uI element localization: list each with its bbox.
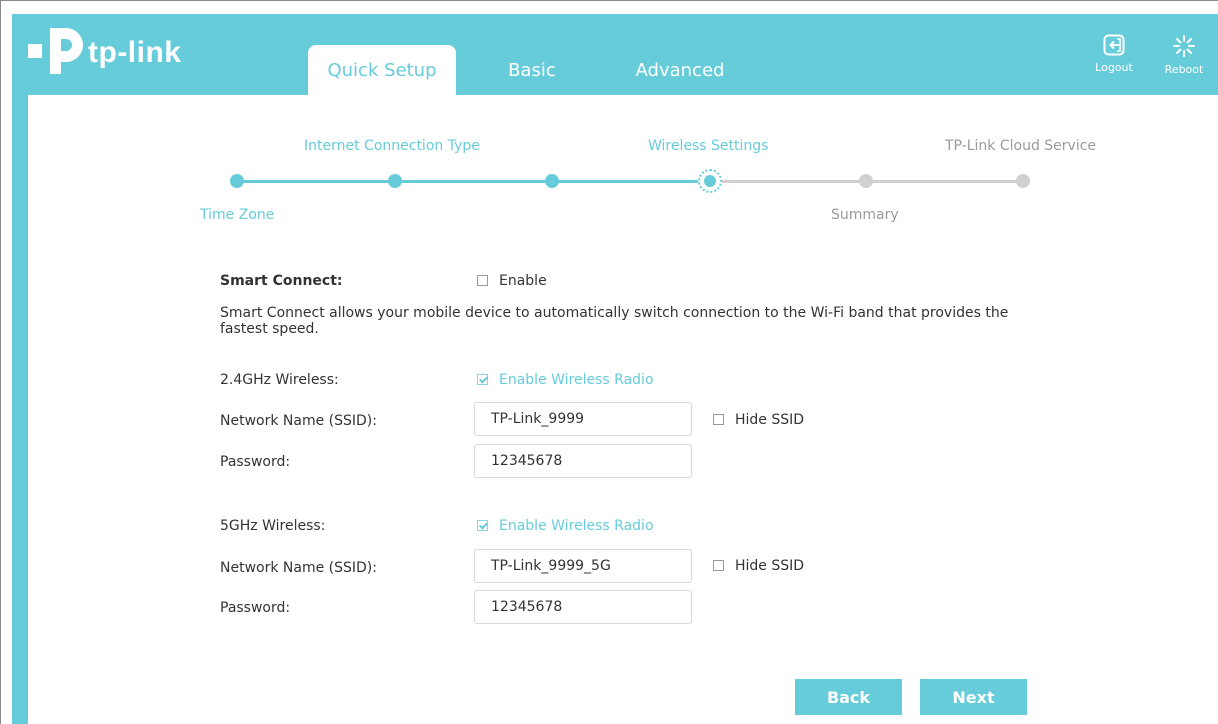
step-dot-wireless-current: [698, 169, 722, 193]
step-label-internet-connection: Internet Connection Type: [304, 138, 480, 154]
step-label-time-zone: Time Zone: [200, 207, 275, 223]
band-5-password-input[interactable]: [474, 590, 692, 624]
smart-connect-enable-label[interactable]: Enable: [499, 273, 547, 289]
smart-connect-description: Smart Connect allows your mobile device …: [220, 305, 1009, 337]
band-5-label: 5GHz Wireless:: [220, 518, 326, 534]
band-5-password-label: Password:: [220, 600, 291, 616]
step-dot-cloud: [1016, 174, 1030, 188]
step-dot-summary: [859, 174, 873, 188]
band-24-ssid-input[interactable]: [474, 402, 692, 436]
reboot-label: Reboot: [1164, 63, 1204, 76]
tab-quick-setup[interactable]: Quick Setup: [308, 45, 456, 95]
header-bar: [12, 14, 1218, 95]
band-24-ssid-label: Network Name (SSID):: [220, 413, 377, 429]
reboot-icon: [1173, 35, 1195, 57]
step-label-summary: Summary: [831, 207, 899, 223]
tab-basic[interactable]: Basic: [490, 45, 574, 95]
left-border-bar: [12, 14, 28, 724]
progress-track-done: [237, 180, 709, 183]
band-5-ssid-label: Network Name (SSID):: [220, 560, 377, 576]
step-dot-time-zone: [230, 174, 244, 188]
step-label-wireless-settings: Wireless Settings: [648, 138, 769, 154]
logout-label: Logout: [1095, 61, 1133, 74]
step-dot-step-3: [545, 174, 559, 188]
band-24-hide-ssid-label[interactable]: Hide SSID: [735, 412, 804, 428]
band-5-hide-ssid-checkbox[interactable]: [713, 560, 724, 571]
band-24-radio-checkbox[interactable]: [477, 374, 488, 385]
tplink-logo: [28, 22, 88, 82]
band-24-hide-ssid-checkbox[interactable]: [713, 414, 724, 425]
smart-connect-label: Smart Connect:: [220, 273, 343, 289]
step-dot-internet-connection: [388, 174, 402, 188]
logout-icon: [1103, 34, 1125, 56]
logout-button[interactable]: Logout: [1088, 34, 1140, 74]
smart-connect-checkbox[interactable]: [477, 275, 488, 286]
next-button[interactable]: Next: [920, 679, 1027, 715]
band-24-label: 2.4GHz Wireless:: [220, 372, 339, 388]
tab-advanced[interactable]: Advanced: [618, 45, 742, 95]
band-24-radio-label[interactable]: Enable Wireless Radio: [499, 372, 654, 388]
back-button[interactable]: Back: [795, 679, 902, 715]
band-5-hide-ssid-label[interactable]: Hide SSID: [735, 558, 804, 574]
band-24-password-label: Password:: [220, 454, 291, 470]
band-5-radio-checkbox[interactable]: [477, 520, 488, 531]
step-label-cloud-service: TP-Link Cloud Service: [945, 138, 1097, 154]
band-5-radio-label[interactable]: Enable Wireless Radio: [499, 518, 654, 534]
logo-text: tp-link: [88, 36, 182, 69]
reboot-button[interactable]: Reboot: [1158, 34, 1210, 76]
band-24-password-input[interactable]: [474, 444, 692, 478]
band-5-ssid-input[interactable]: [474, 549, 692, 583]
tplink-logo-icon: [28, 28, 83, 74]
